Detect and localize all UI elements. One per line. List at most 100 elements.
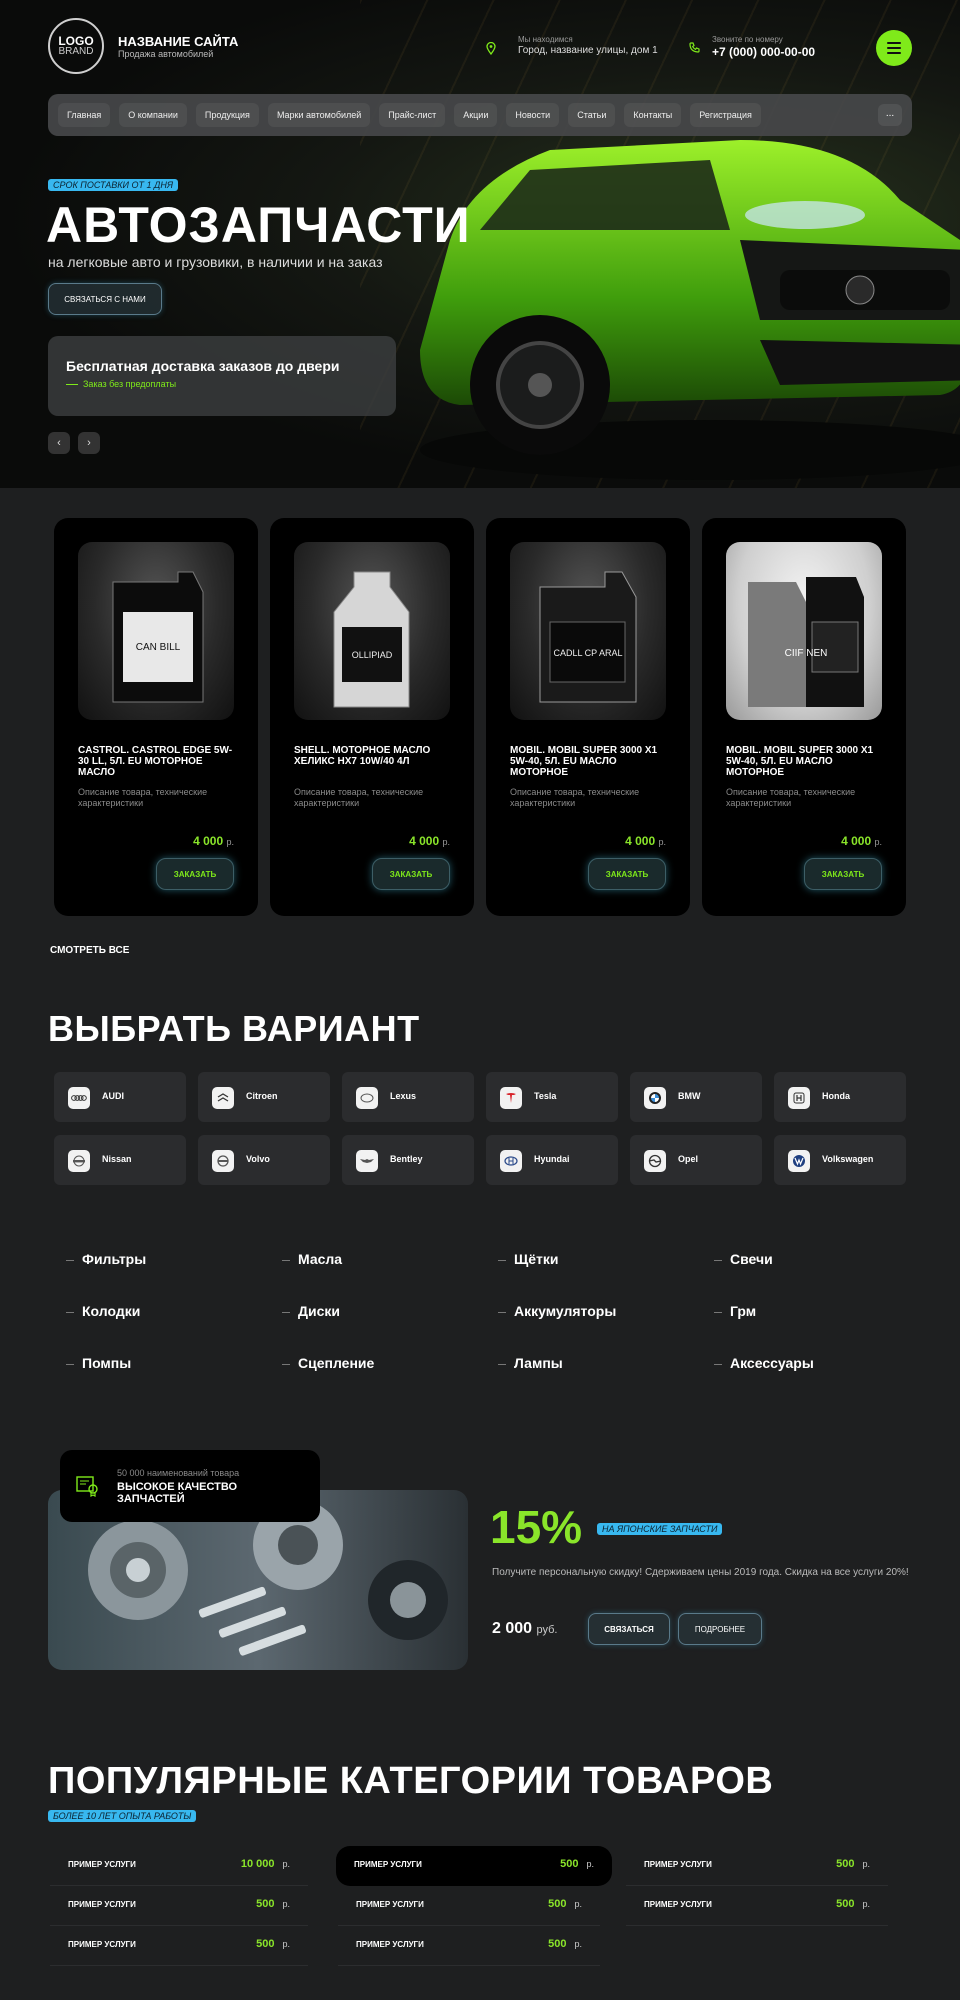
bmw-logo-icon	[644, 1087, 666, 1109]
service-row[interactable]: ПРИМЕР УСЛУГИ 10 000 р.	[50, 1846, 308, 1886]
category-dash	[66, 1260, 74, 1261]
brand-name: Tesla	[534, 1091, 557, 1101]
nav-more-button[interactable]: ...	[878, 104, 902, 126]
category-dash	[498, 1312, 506, 1313]
product-description: Описание товара, технические характерист…	[294, 787, 424, 808]
product-name: MOBIL. MOBIL SUPER 3000 X1 5W-40, 5Л. EU…	[510, 745, 658, 778]
category-clutch[interactable]: Сцепление	[298, 1355, 374, 1371]
brand-citroen[interactable]: Citroen	[198, 1072, 330, 1122]
volkswagen-logo-icon	[788, 1150, 810, 1172]
service-row[interactable]: ПРИМЕР УСЛУГИ 500 р.	[338, 1886, 600, 1926]
nav-item-news[interactable]: Новости	[506, 103, 560, 127]
brand-hyundai[interactable]: Hyundai	[486, 1135, 618, 1185]
service-row-highlighted[interactable]: ПРИМЕР УСЛУГИ 500 р.	[336, 1846, 612, 1886]
hyundai-logo-icon	[500, 1150, 522, 1172]
svg-text:CAN BILL: CAN BILL	[136, 642, 181, 653]
nav-item-products[interactable]: Продукция	[195, 103, 259, 127]
page: LOGO BRAND НАЗВАНИЕ САЙТА Продажа автомо…	[0, 0, 960, 2000]
discount-more-button[interactable]: ПОДРОБНЕЕ	[678, 1613, 762, 1645]
product-name: SHELL. МОТОРНОЕ МАСЛО ХЕЛИКС HX7 10W/40 …	[294, 745, 431, 767]
menu-button[interactable]	[876, 30, 912, 66]
brand-name: Citroen	[246, 1091, 278, 1101]
tesla-logo-icon	[500, 1087, 522, 1109]
product-description: Описание товара, технические характерист…	[78, 787, 208, 808]
lexus-logo-icon	[356, 1087, 378, 1109]
category-disks[interactable]: Диски	[298, 1303, 340, 1319]
see-all-link[interactable]: СМОТРЕТЬ ВСЕ	[50, 945, 129, 956]
category-timing-belt[interactable]: Грм	[730, 1303, 756, 1319]
product-name: CASTROL. CASTROL EDGE 5W-30 LL, 5Л. EU М…	[78, 745, 233, 778]
service-row[interactable]: ПРИМЕР УСЛУГИ 500 р.	[50, 1926, 308, 1966]
popular-title: ПОПУЛЯРНЫЕ КАТЕГОРИИ ТОВАРОВ	[48, 1760, 774, 1802]
logo-sub: BRAND	[58, 46, 94, 57]
nav-item-brands[interactable]: Марки автомобилей	[267, 103, 371, 127]
category-batteries[interactable]: Аккумуляторы	[514, 1303, 616, 1319]
discount-price: 2 000 руб.	[492, 1620, 558, 1637]
product-card[interactable]: CIIF NEN MOBIL. MOBIL SUPER 3000 X1 5W-4…	[702, 518, 906, 916]
brand-tesla[interactable]: Tesla	[486, 1072, 618, 1122]
discount-contact-button[interactable]: СВЯЗАТЬСЯ	[588, 1613, 670, 1645]
category-dash	[282, 1312, 290, 1313]
product-image: CIIF NEN	[726, 542, 882, 720]
nav-item-pricelist[interactable]: Прайс-лист	[379, 103, 446, 127]
service-row[interactable]: ПРИМЕР УСЛУГИ 500 р.	[626, 1886, 888, 1926]
brand-nissan[interactable]: Nissan	[54, 1135, 186, 1185]
burger-icon	[887, 42, 901, 44]
service-row[interactable]: ПРИМЕР УСЛУГИ 500 р.	[626, 1846, 888, 1886]
order-button[interactable]: ЗАКАЗАТЬ	[156, 858, 234, 890]
car-image	[420, 140, 960, 480]
brand-audi[interactable]: AUDI	[54, 1072, 186, 1122]
category-spark-plugs[interactable]: Свечи	[730, 1251, 773, 1267]
nav-item-about[interactable]: О компании	[119, 103, 187, 127]
product-card[interactable]: CADLL CP ARAL MOBIL. MOBIL SUPER 3000 X1…	[486, 518, 690, 916]
oil-canister-icon: CADLL CP ARAL	[539, 571, 637, 703]
logo[interactable]: LOGO BRAND	[48, 18, 104, 74]
category-lamps[interactable]: Лампы	[514, 1355, 563, 1371]
main-nav: Главная О компании Продукция Марки автом…	[48, 94, 912, 136]
audi-logo-icon	[68, 1087, 90, 1109]
brand-volkswagen[interactable]: Volkswagen	[774, 1135, 906, 1185]
brand-volvo[interactable]: Volvo	[198, 1135, 330, 1185]
category-pumps[interactable]: Помпы	[82, 1355, 131, 1371]
brand-bmw[interactable]: BMW	[630, 1072, 762, 1122]
nav-item-promotions[interactable]: Акции	[454, 103, 498, 127]
product-card[interactable]: CAN BILL CASTROL. CASTROL EDGE 5W-30 LL,…	[54, 518, 258, 916]
svg-text:OLLIPIAD: OLLIPIAD	[352, 650, 393, 660]
category-brake-pads[interactable]: Колодки	[82, 1303, 140, 1319]
brand-name: Opel	[678, 1154, 699, 1164]
slider-next-button[interactable]: ›	[78, 432, 100, 454]
order-button[interactable]: ЗАКАЗАТЬ	[588, 858, 666, 890]
discount-badge: НА ЯПОНСКИЕ ЗАПЧАСТИ	[597, 1523, 723, 1535]
nav-item-home[interactable]: Главная	[58, 103, 111, 127]
svg-text:CIIF NEN: CIIF NEN	[785, 648, 828, 659]
oil-bottles-icon: CIIF NEN	[748, 577, 864, 707]
nissan-logo-icon	[68, 1150, 90, 1172]
brand-bentley[interactable]: Bentley	[342, 1135, 474, 1185]
product-card[interactable]: OLLIPIAD SHELL. МОТОРНОЕ МАСЛО ХЕЛИКС HX…	[270, 518, 474, 916]
nav-item-contacts[interactable]: Контакты	[624, 103, 682, 127]
bentley-logo-icon	[356, 1150, 378, 1172]
category-accessories[interactable]: Аксессуары	[730, 1355, 814, 1371]
order-button[interactable]: ЗАКАЗАТЬ	[804, 858, 882, 890]
brand-lexus[interactable]: Lexus	[342, 1072, 474, 1122]
nav-item-registration[interactable]: Регистрация	[690, 103, 761, 127]
phone-number[interactable]: +7 (000) 000-00-00	[712, 45, 815, 59]
brand-opel[interactable]: Opel	[630, 1135, 762, 1185]
slider-prev-button[interactable]: ‹	[48, 432, 70, 454]
brand-honda[interactable]: Honda	[774, 1072, 906, 1122]
contact-us-button[interactable]: СВЯЗАТЬСЯ С НАМИ	[48, 283, 162, 315]
product-description: Описание товара, технические характерист…	[510, 787, 640, 808]
oil-bottle-icon: OLLIPIAD	[333, 571, 410, 708]
hero-title: АВТОЗАПЧАСТИ	[46, 197, 471, 253]
phone-label: Звоните по номеру	[712, 35, 783, 44]
product-price: 4 000 р.	[625, 834, 666, 848]
brand-name: Volvo	[246, 1154, 270, 1164]
order-button[interactable]: ЗАКАЗАТЬ	[372, 858, 450, 890]
category-oils[interactable]: Масла	[298, 1251, 342, 1267]
nav-item-articles[interactable]: Статьи	[568, 103, 616, 127]
brands-title: ВЫБРАТЬ ВАРИАНТ	[48, 1008, 420, 1049]
category-wipers[interactable]: Щётки	[514, 1251, 559, 1267]
category-filters[interactable]: Фильтры	[82, 1251, 146, 1267]
service-row[interactable]: ПРИМЕР УСЛУГИ 500 р.	[50, 1886, 308, 1926]
service-row[interactable]: ПРИМЕР УСЛУГИ 500 р.	[338, 1926, 600, 1966]
